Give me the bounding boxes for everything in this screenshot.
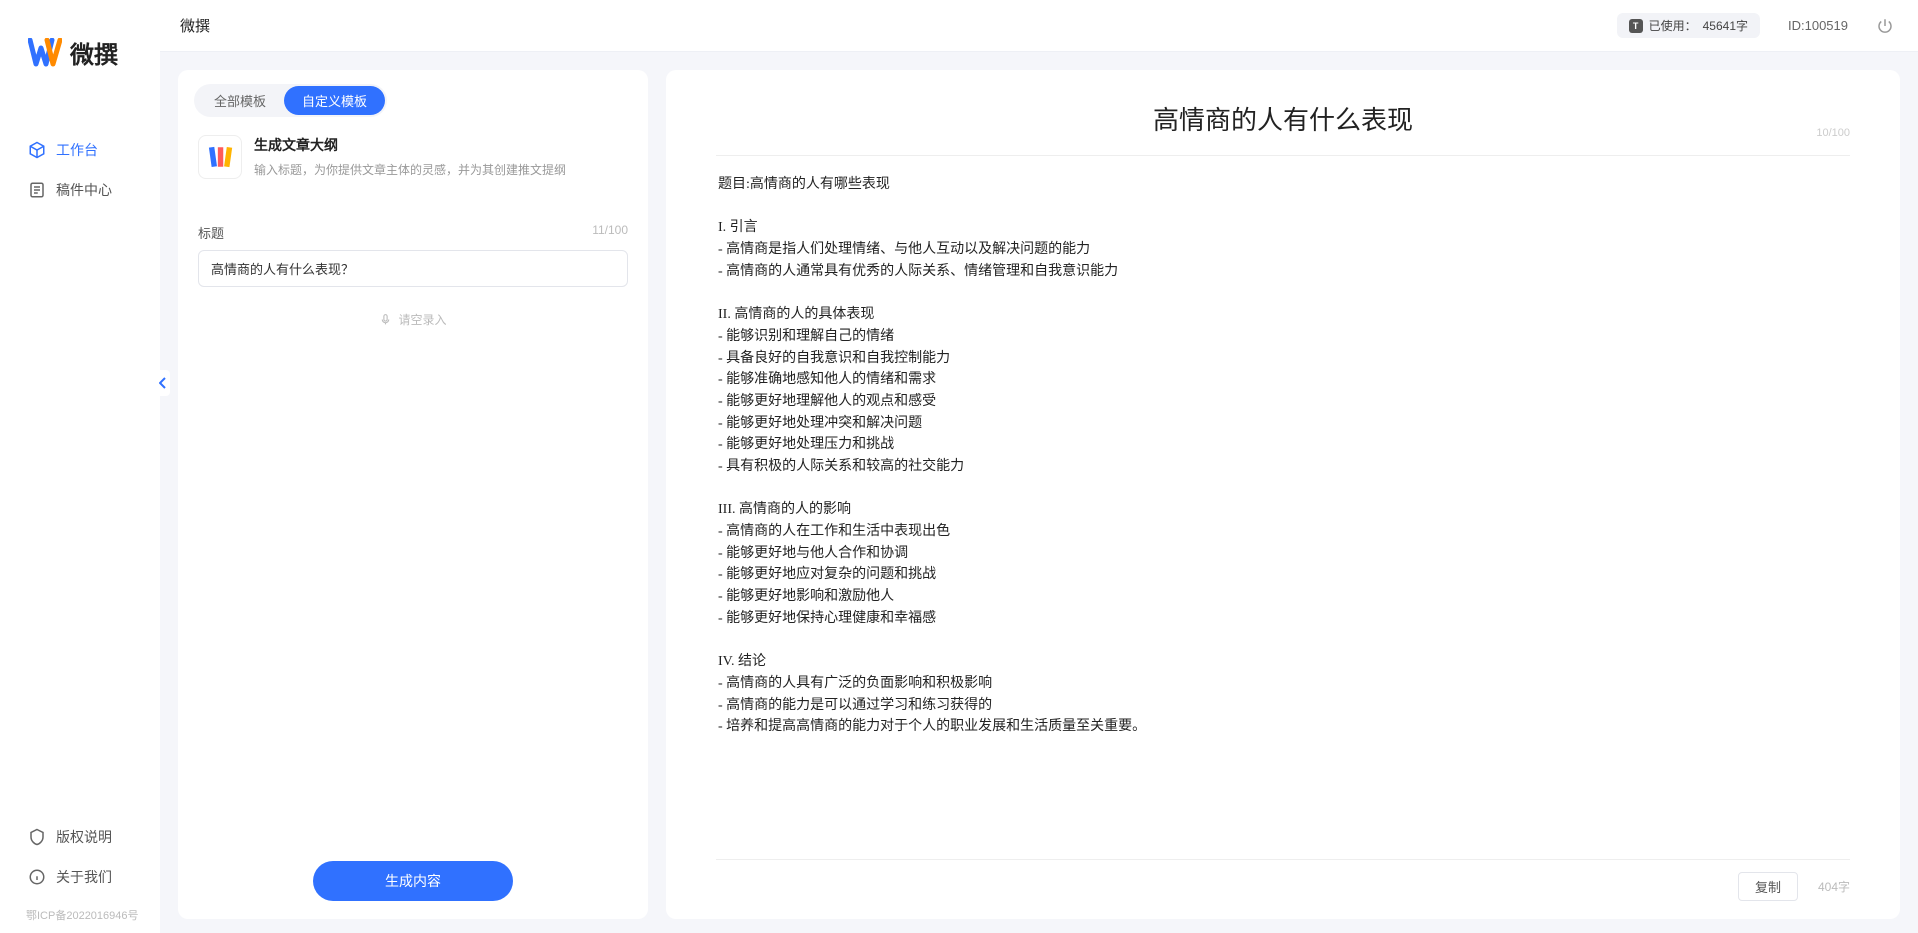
title-label: 标题 bbox=[198, 223, 224, 242]
copy-button[interactable]: 复制 bbox=[1738, 872, 1798, 901]
panel-output: 高情商的人有什么表现 10/100 题目:高情商的人有哪些表现 I. 引言 - … bbox=[666, 70, 1900, 919]
brand-name: 微撰 bbox=[70, 35, 118, 70]
icp-text: 鄂ICP备2022016946号 bbox=[0, 907, 160, 933]
form-area: 标题 11/100 请空录入 bbox=[178, 191, 648, 861]
tab-custom-template[interactable]: 自定义模板 bbox=[284, 86, 385, 115]
sidebar-item-label: 关于我们 bbox=[56, 867, 112, 887]
sidebar-item-about[interactable]: 关于我们 bbox=[0, 857, 160, 897]
panel-template: 全部模板 自定义模板 生成文章大纲 输入标题，为你提供文章主 bbox=[178, 70, 648, 919]
brand-logo: 微撰 bbox=[0, 20, 160, 100]
voice-input-button[interactable]: 请空录入 bbox=[198, 311, 628, 328]
user-id: ID:100519 bbox=[1788, 18, 1848, 33]
voice-input-label: 请空录入 bbox=[398, 311, 446, 328]
template-tabs: 全部模板 自定义模板 bbox=[178, 70, 648, 117]
microphone-icon bbox=[379, 313, 392, 326]
brand-logo-icon bbox=[28, 38, 62, 68]
sidebar: 微撰 工作台 稿件中心 版权说明 bbox=[0, 0, 160, 933]
template-title: 生成文章大纲 bbox=[254, 135, 566, 155]
nav: 工作台 稿件中心 bbox=[0, 100, 160, 817]
content: 全部模板 自定义模板 生成文章大纲 输入标题，为你提供文章主 bbox=[160, 52, 1918, 933]
title-char-count: 11/100 bbox=[592, 223, 628, 242]
tab-all-templates[interactable]: 全部模板 bbox=[196, 86, 284, 115]
info-icon bbox=[28, 868, 46, 886]
chevron-left-icon bbox=[159, 377, 167, 389]
document-icon bbox=[28, 181, 46, 199]
books-icon bbox=[207, 144, 233, 170]
output-title-count: 10/100 bbox=[1816, 127, 1850, 139]
power-icon[interactable] bbox=[1876, 17, 1894, 35]
shield-icon bbox=[28, 828, 46, 846]
generate-button[interactable]: 生成内容 bbox=[313, 861, 513, 901]
sidebar-item-workspace[interactable]: 工作台 bbox=[0, 130, 160, 170]
topbar: 微撰 T 已使用： 45641字 ID:100519 bbox=[160, 0, 1918, 52]
main: 微撰 T 已使用： 45641字 ID:100519 全部模板 自定义模板 bbox=[160, 0, 1918, 933]
sidebar-item-copyright[interactable]: 版权说明 bbox=[0, 817, 160, 857]
page-title: 微撰 bbox=[180, 15, 210, 36]
template-card: 生成文章大纲 输入标题，为你提供文章主体的灵感，并为其创建推文提纲 bbox=[178, 117, 648, 191]
sidebar-item-label: 工作台 bbox=[56, 140, 98, 160]
cube-icon bbox=[28, 141, 46, 159]
text-icon: T bbox=[1629, 19, 1643, 33]
sidebar-item-label: 稿件中心 bbox=[56, 180, 112, 200]
usage-pill: T 已使用： 45641字 bbox=[1617, 13, 1760, 38]
usage-prefix: 已使用： bbox=[1649, 17, 1697, 34]
template-description: 输入标题，为你提供文章主体的灵感，并为其创建推文提纲 bbox=[254, 161, 566, 179]
sidebar-collapse-handle[interactable] bbox=[156, 370, 170, 396]
output-char-count: 404字 bbox=[1818, 878, 1850, 895]
sidebar-item-label: 版权说明 bbox=[56, 827, 112, 847]
template-thumbnail bbox=[198, 135, 242, 179]
sidebar-item-drafts[interactable]: 稿件中心 bbox=[0, 170, 160, 210]
output-body[interactable]: 题目:高情商的人有哪些表现 I. 引言 - 高情商是指人们处理情绪、与他人互动以… bbox=[716, 156, 1850, 860]
title-input[interactable] bbox=[198, 250, 628, 287]
usage-value: 45641字 bbox=[1703, 17, 1748, 34]
sidebar-bottom: 版权说明 关于我们 bbox=[0, 817, 160, 907]
output-title: 高情商的人有什么表现 bbox=[716, 100, 1850, 137]
